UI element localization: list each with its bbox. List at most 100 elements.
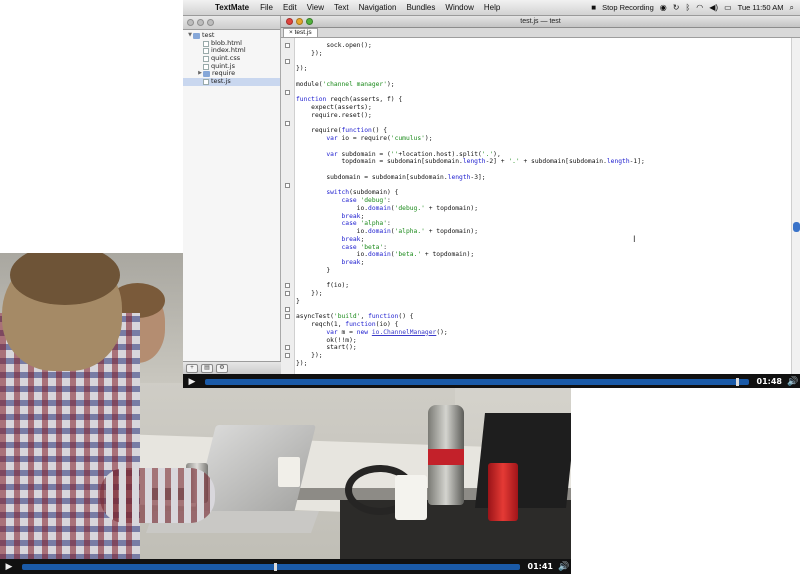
code-line[interactable]: case 'debug':: [296, 197, 645, 205]
code-line[interactable]: });: [296, 290, 645, 298]
code-text[interactable]: sock.open(); });}); module('channel manag…: [296, 42, 645, 368]
code-line[interactable]: function reqch(asserts, f) {: [296, 96, 645, 104]
volume-icon[interactable]: 🔊: [557, 561, 571, 572]
code-line[interactable]: case 'alpha':: [296, 220, 645, 228]
code-line[interactable]: io.domain('alpha.' + topdomain);: [296, 228, 645, 236]
code-line[interactable]: [296, 182, 645, 190]
menu-text[interactable]: Text: [329, 3, 354, 12]
code-line[interactable]: [296, 120, 645, 128]
battery-icon[interactable]: ▭: [724, 3, 732, 12]
close-button[interactable]: [187, 19, 194, 26]
menu-app-name[interactable]: TextMate: [209, 3, 255, 12]
stop-recording-label[interactable]: Stop Recording: [602, 3, 654, 12]
code-line[interactable]: module('channel manager');: [296, 81, 645, 89]
code-line[interactable]: reqch(1, function(io) {: [296, 321, 645, 329]
code-editor[interactable]: sock.open(); });}); module('channel manag…: [281, 38, 800, 376]
spotlight-icon[interactable]: ⌕: [790, 3, 794, 13]
code-line[interactable]: var subdomain = (''+location.host).split…: [296, 151, 645, 159]
fold-marker-icon[interactable]: [285, 345, 290, 351]
code-line[interactable]: });: [296, 360, 645, 368]
wifi-icon[interactable]: ◠: [696, 3, 703, 12]
file-icon: [203, 55, 209, 62]
code-line[interactable]: [296, 58, 645, 66]
record-stop-icon[interactable]: ■: [591, 3, 596, 12]
code-line[interactable]: f(io);: [296, 282, 645, 290]
top-video-scrubber[interactable]: [205, 377, 749, 386]
bottom-video-time: 01:41: [527, 562, 553, 571]
minimize-button[interactable]: [197, 19, 204, 26]
top-scrubber-handle[interactable]: [735, 377, 739, 386]
menu-file[interactable]: File: [255, 3, 278, 12]
code-line[interactable]: require(function() {: [296, 127, 645, 135]
menu-edit[interactable]: Edit: [278, 3, 302, 12]
code-line[interactable]: });: [296, 352, 645, 360]
time-machine-icon[interactable]: ↻: [673, 3, 680, 12]
fold-marker-icon[interactable]: [285, 89, 290, 95]
code-line[interactable]: switch(subdomain) {: [296, 189, 645, 197]
code-line[interactable]: io.domain('debug.' + topdomain);: [296, 205, 645, 213]
code-line[interactable]: [296, 73, 645, 81]
volume-icon[interactable]: 🔊: [786, 376, 800, 387]
menu-help[interactable]: Help: [479, 3, 505, 12]
code-line[interactable]: require.reset();: [296, 112, 645, 120]
scrollbar-thumb[interactable]: [793, 222, 800, 232]
fold-marker-icon[interactable]: [285, 120, 290, 126]
code-line[interactable]: break;: [296, 213, 645, 221]
screenshot-icon[interactable]: ◉: [660, 3, 667, 12]
clock[interactable]: Tue 11:50 AM: [738, 3, 784, 12]
code-line[interactable]: expect(asserts);: [296, 104, 645, 112]
volume-icon[interactable]: ◀): [709, 3, 718, 12]
tree-folder[interactable]: ▶ require: [183, 70, 280, 78]
vertical-scrollbar[interactable]: [791, 38, 800, 376]
fold-marker-icon[interactable]: [285, 182, 290, 188]
fold-marker-icon[interactable]: [285, 58, 290, 64]
menu-view[interactable]: View: [302, 3, 329, 12]
fold-marker-icon[interactable]: [285, 306, 290, 312]
code-line[interactable]: }: [296, 298, 645, 306]
menu-bundles[interactable]: Bundles: [401, 3, 440, 12]
gear-icon[interactable]: ⚙: [216, 364, 228, 373]
zoom-button[interactable]: [207, 19, 214, 26]
code-line[interactable]: var m = new io.ChannelManager();: [296, 329, 645, 337]
add-file-icon[interactable]: +: [186, 364, 198, 373]
play-icon[interactable]: ▶: [0, 559, 18, 574]
code-line[interactable]: start();: [296, 344, 645, 352]
code-line[interactable]: topdomain = subdomain[subdomain.length-2…: [296, 158, 644, 166]
fold-marker-icon[interactable]: [285, 291, 290, 296]
code-line[interactable]: var io = require('cumulus');: [296, 135, 645, 143]
code-line[interactable]: });: [296, 65, 645, 73]
code-line[interactable]: io.domain('beta.' + topdomain);: [296, 251, 645, 259]
code-line[interactable]: [296, 89, 645, 97]
new-folder-icon[interactable]: ▤: [201, 364, 213, 373]
fold-marker-icon[interactable]: [285, 314, 290, 320]
code-line[interactable]: sock.open();: [296, 42, 645, 50]
code-keyword: var: [326, 135, 338, 142]
bluetooth-icon[interactable]: ᛒ: [685, 3, 690, 12]
code-line[interactable]: break;: [296, 259, 645, 267]
menu-navigation[interactable]: Navigation: [354, 3, 402, 12]
project-file-tree: ▼ test blob.html index.html quint.css quint.j…: [183, 30, 280, 86]
code-line[interactable]: subdomain = subdomain[subdomain.length-3…: [296, 174, 645, 182]
code-line[interactable]: ok(!!m);: [296, 337, 645, 345]
code-line[interactable]: [296, 143, 645, 151]
bottom-scrubber-handle[interactable]: [273, 562, 277, 571]
code-line[interactable]: asyncTest('build', function() {: [296, 313, 645, 321]
fold-marker-icon[interactable]: [285, 43, 290, 48]
code-line[interactable]: }: [296, 267, 645, 275]
code-line[interactable]: break;: [296, 236, 645, 244]
code-line[interactable]: [296, 275, 645, 283]
bottom-video-scrubber[interactable]: [22, 562, 520, 571]
play-icon[interactable]: ▶: [183, 374, 201, 388]
fold-marker-icon[interactable]: [285, 353, 290, 358]
tab-test-js[interactable]: × test.js: [283, 28, 318, 37]
code-line[interactable]: case 'beta':: [296, 244, 645, 252]
code-line[interactable]: [296, 306, 645, 314]
tree-file[interactable]: test.js: [183, 77, 280, 86]
fold-marker-icon[interactable]: [285, 283, 290, 289]
screen-recording-video[interactable]: TextMate File Edit View Text Navigation Bundl…: [183, 0, 800, 388]
code-line[interactable]: });: [296, 50, 645, 58]
code-line[interactable]: [296, 166, 645, 174]
menu-window[interactable]: Window: [440, 3, 478, 12]
